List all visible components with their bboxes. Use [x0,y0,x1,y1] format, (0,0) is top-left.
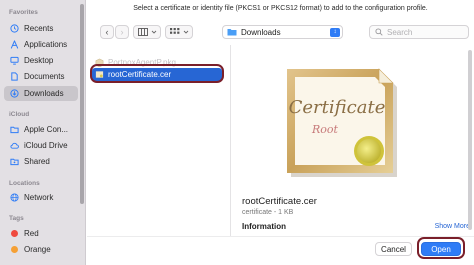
tag-red-dot [11,230,18,237]
grid-icon [169,28,179,34]
sidebar-item-label: Apple Con... [24,125,69,134]
sidebar-item-label: Downloads [24,89,64,98]
sidebar-item-recents[interactable]: Recents [4,21,78,36]
folder-icon [10,126,19,134]
sidebar-section-icloud: iCloud [9,111,30,118]
certificate-script-text: Certificate [289,97,386,118]
certificate-preview-icon: Certificate Root [251,55,411,185]
preview-pane: Certificate Root rootCertificate.cer cer… [230,45,474,236]
downloads-folder-icon [227,29,237,36]
sidebar-section-tags: Tags [9,215,24,222]
sidebar-item-label: iCloud Drive [24,141,68,150]
sidebar-item-label: Documents [24,72,65,81]
sidebar-scrollbar[interactable] [80,4,84,204]
chevron-right-icon: › [120,27,124,37]
sidebar-tag-orange[interactable]: Orange [4,242,78,257]
toolbar: ‹ › Downloads ↕ [87,22,474,42]
location-popup[interactable]: Downloads ↕ [222,25,343,39]
sidebar-item-label: Shared [24,157,50,166]
annotation-highlight-open [417,237,465,259]
tag-orange-dot [11,246,18,253]
dialog-footer: Cancel Open [87,236,474,265]
grid-view-button[interactable] [165,25,193,39]
sidebar-item-icloud-drive[interactable]: iCloud Drive [4,138,78,153]
certificate-root-text: Root [311,123,339,136]
sidebar-item-apple-con[interactable]: Apple Con... [4,122,78,137]
search-field[interactable] [369,25,469,39]
location-label: Downloads [241,27,281,37]
sidebar-item-shared[interactable]: Shared [4,154,78,169]
back-button[interactable]: ‹ [100,25,114,39]
chevron-down-icon [183,30,188,34]
sidebar-item-label: Orange [24,245,51,254]
preview-info-heading: Information [242,222,286,231]
desktop-icon [10,56,19,65]
cancel-button[interactable]: Cancel [375,242,412,256]
sidebar-tag-red[interactable]: Red [4,226,78,241]
main-scrollbar[interactable] [468,50,472,230]
seal-icon [354,136,384,166]
search-input[interactable] [387,27,467,37]
preview-file-meta: certificate - 1 KB [242,209,294,216]
document-icon [11,72,18,81]
sidebar-item-label: Red [24,229,39,238]
sidebar-item-documents[interactable]: Documents [4,69,78,84]
cloud-icon [10,142,19,149]
main-pane: Select a certificate or identity file (P… [87,0,474,265]
sidebar-item-label: Applications [24,40,68,49]
applications-icon [10,40,19,49]
chevron-down-icon [151,30,156,34]
forward-button[interactable]: › [115,25,129,39]
sidebar: Favorites Recents Applications Desktop D… [0,0,86,265]
clock-icon [10,24,19,33]
sidebar-section-locations: Locations [9,180,40,187]
columns-icon [137,28,148,36]
chevron-left-icon: ‹ [105,27,109,37]
dialog-prompt: Select a certificate or identity file (P… [133,5,428,12]
search-icon [375,28,383,36]
sidebar-item-label: Network [24,193,54,202]
sidebar-item-label: Recents [24,24,54,33]
updown-chevron-icon: ↕ [330,28,340,37]
sidebar-section-favorites: Favorites [9,9,38,16]
sidebar-item-network[interactable]: Network [4,190,78,205]
globe-icon [10,193,19,202]
sidebar-item-label: Desktop [24,56,54,65]
column-view-button[interactable] [133,25,161,39]
sidebar-item-applications[interactable]: Applications [4,37,78,52]
shared-folder-icon [10,158,19,166]
preview-file-name: rootCertificate.cer [242,196,317,207]
annotation-highlight-file [90,64,224,83]
download-icon [10,89,19,98]
sidebar-item-desktop[interactable]: Desktop [4,53,78,68]
sidebar-item-downloads[interactable]: Downloads [4,86,78,101]
show-more-link[interactable]: Show More [435,223,470,230]
